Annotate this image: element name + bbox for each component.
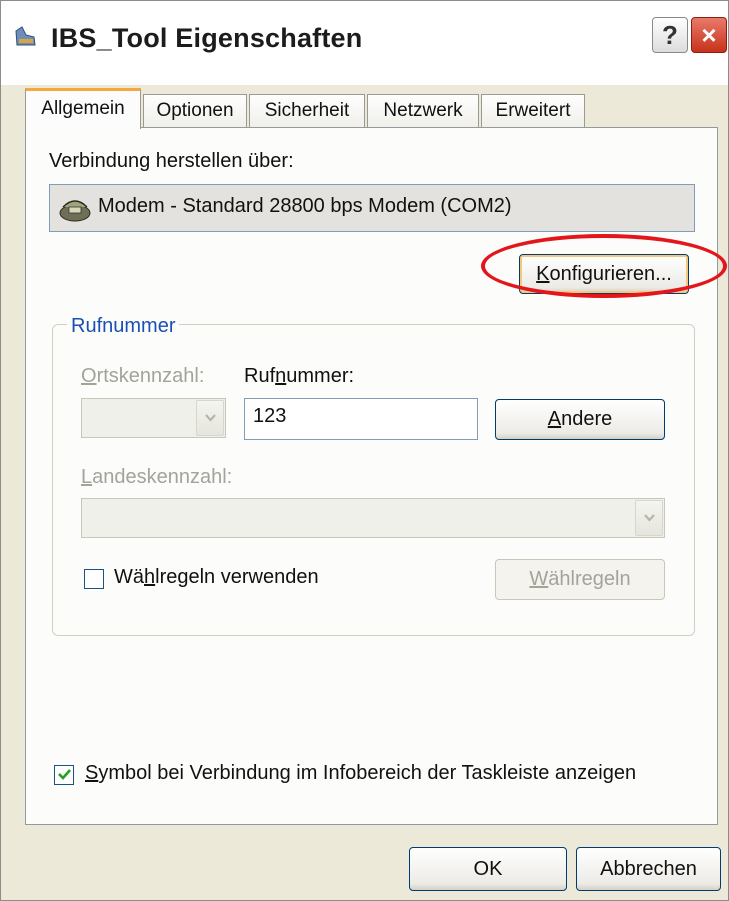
symbol-checkbox[interactable] xyxy=(54,765,74,785)
device-name: Modem - Standard 28800 bps Modem (COM2) xyxy=(98,195,512,217)
chevron-down-icon xyxy=(644,514,655,522)
cancel-button[interactable]: Abbrechen xyxy=(576,847,721,891)
configure-button[interactable]: Konfigurieren... xyxy=(519,254,689,294)
device-list[interactable]: Modem - Standard 28800 bps Modem (COM2) xyxy=(49,184,695,232)
tab-optionen[interactable]: Optionen xyxy=(143,94,247,128)
chevron-down-icon xyxy=(205,414,216,422)
rufnummer-group-title: Rufnummer xyxy=(67,315,180,338)
waehlregeln-checkbox-label[interactable]: Wählregeln verwenden xyxy=(114,566,319,589)
help-button[interactable]: ? xyxy=(652,17,688,53)
connection-label: Verbindung herstellen über: xyxy=(49,150,294,172)
tab-erweitert[interactable]: Erweitert xyxy=(481,94,585,128)
waehlregeln-checkbox[interactable] xyxy=(84,569,104,589)
tab-sicherheit[interactable]: Sicherheit xyxy=(249,94,365,128)
window-title: IBS_Tool Eigenschaften xyxy=(51,23,363,53)
configure-label: onfigurieren... xyxy=(549,263,672,285)
tab-allgemein[interactable]: Allgemein xyxy=(25,88,141,129)
rufnummer-label: Rufnummer: xyxy=(244,365,355,387)
symbol-checkbox-label[interactable]: Symbol bei Verbindung im Infobereich der… xyxy=(85,762,636,785)
ortskennzahl-combo xyxy=(81,398,226,438)
close-button[interactable]: × xyxy=(691,17,727,53)
ortskennzahl-dropdown-button xyxy=(196,400,224,436)
landeskennzahl-combo xyxy=(81,498,665,538)
properties-dialog: IBS_Tool Eigenschaften ? × Allgemein Opt… xyxy=(0,0,729,901)
andere-button[interactable]: Andere xyxy=(495,399,665,440)
modem-icon xyxy=(59,200,91,222)
ortskennzahl-label: Ortskennzahl: xyxy=(81,365,205,387)
rufnummer-input[interactable]: 123 xyxy=(244,398,478,440)
dialup-connection-icon xyxy=(15,26,36,46)
checkmark-icon xyxy=(58,769,71,780)
landeskennzahl-label: Landeskennzahl: xyxy=(81,466,233,488)
landeskennzahl-dropdown-button xyxy=(635,500,663,536)
tab-netzwerk[interactable]: Netzwerk xyxy=(367,94,479,128)
configure-accel: K xyxy=(536,263,550,285)
waehlregeln-button: Wählregeln xyxy=(495,559,665,600)
ok-button[interactable]: OK xyxy=(409,847,567,891)
title-bar[interactable]: IBS_Tool Eigenschaften ? × xyxy=(1,1,728,85)
